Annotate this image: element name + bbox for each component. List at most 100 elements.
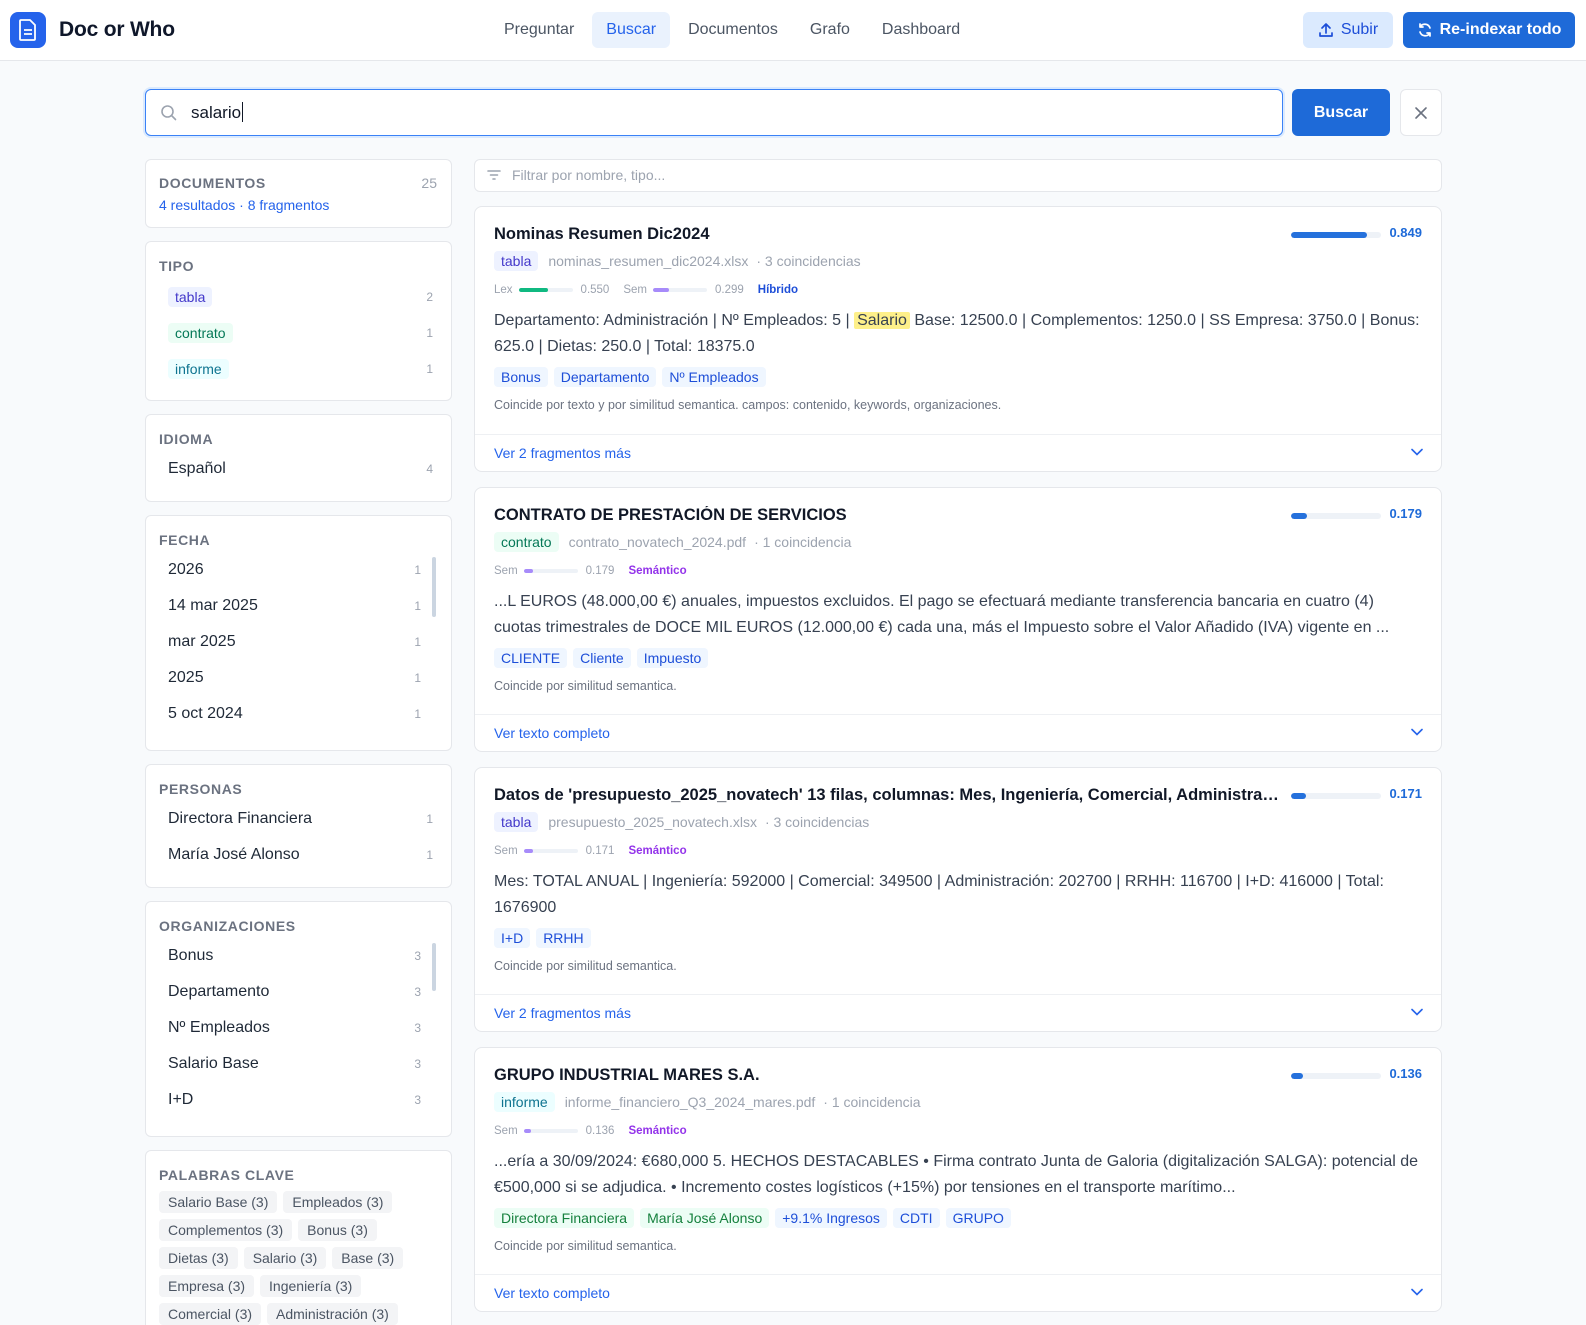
- facet-item-org[interactable]: Bonus 3: [168, 947, 421, 965]
- facet-scrollbar[interactable]: [432, 557, 436, 617]
- facet-personas: PERSONAS Directora Financiera 1 María Jos…: [145, 764, 452, 888]
- search-mode-badge: Semántico: [628, 1125, 687, 1137]
- facet-item-org[interactable]: I+D 3: [168, 1091, 421, 1109]
- entity-tag[interactable]: Departamento: [553, 367, 657, 387]
- facet-item-informe[interactable]: informe 1: [168, 359, 433, 379]
- expand-link[interactable]: Ver 2 fragmentos más: [494, 1005, 631, 1021]
- result-footer[interactable]: Ver 2 fragmentos más: [475, 434, 1441, 471]
- entity-tag[interactable]: I+D: [494, 928, 531, 948]
- entity-tag[interactable]: Bonus: [494, 367, 548, 387]
- entity-tag[interactable]: Cliente: [573, 648, 631, 668]
- facet-item-tabla[interactable]: tabla 2: [168, 287, 433, 307]
- entity-tag[interactable]: GRUPO: [945, 1208, 1011, 1228]
- result-card[interactable]: CONTRATO DE PRESTACIÓN DE SERVICIOS 0.17…: [474, 487, 1442, 752]
- entity-tag[interactable]: CDTI: [892, 1208, 940, 1228]
- results-count: 4 resultados · 8 fragmentos: [159, 197, 330, 213]
- sem-bar: [523, 849, 578, 853]
- nav-dashboard[interactable]: Dashboard: [868, 12, 974, 48]
- chevron-down-icon[interactable]: [1411, 1008, 1423, 1016]
- result-card[interactable]: GRUPO INDUSTRIAL MARES S.A. 0.136 inform…: [474, 1047, 1442, 1312]
- keyword-chip[interactable]: Ingeniería (3): [260, 1275, 362, 1297]
- keyword-chip[interactable]: Administración (3): [267, 1303, 398, 1325]
- upload-button[interactable]: Subir: [1303, 12, 1393, 48]
- person-tag[interactable]: María José Alonso: [640, 1208, 770, 1228]
- nav-documentos[interactable]: Documentos: [674, 12, 792, 48]
- search-input[interactable]: salario: [145, 89, 1283, 136]
- entity-tag[interactable]: Nº Empleados: [662, 367, 766, 387]
- facet-label: 2025: [168, 669, 204, 686]
- filter-input[interactable]: Filtrar por nombre, tipo...: [474, 159, 1442, 192]
- facet-scrollbar[interactable]: [432, 943, 436, 991]
- nav-buscar[interactable]: Buscar: [592, 12, 671, 48]
- facet-count: 2: [426, 290, 433, 304]
- facet-label: I+D: [168, 1091, 194, 1108]
- keyword-chip[interactable]: Empleados (3): [283, 1191, 393, 1213]
- search-button[interactable]: Buscar: [1292, 89, 1390, 136]
- result-card[interactable]: Datos de 'presupuesto_2025_novatech' 13 …: [474, 767, 1442, 1032]
- result-footer[interactable]: Ver texto completo: [475, 1274, 1441, 1311]
- facet-item-person[interactable]: María José Alonso 1: [168, 846, 433, 864]
- facet-item-org[interactable]: Nº Empleados 3: [168, 1019, 421, 1037]
- relevance-bar-fill: [1291, 793, 1307, 799]
- facet-item-org[interactable]: Salario Base 3: [168, 1055, 421, 1073]
- score-breakdown: Sem 0.179 Semántico: [494, 565, 687, 577]
- sem-bar-fill: [652, 288, 670, 292]
- facet-item-org[interactable]: Departamento 3: [168, 983, 421, 1001]
- keyword-chip[interactable]: Base (3): [332, 1247, 404, 1269]
- nav-grafo[interactable]: Grafo: [796, 12, 864, 48]
- relevance-bar-fill: [1291, 513, 1308, 519]
- file-name: informe_financiero_Q3_2024_mares.pdf: [564, 1094, 816, 1110]
- nav-preguntar[interactable]: Preguntar: [490, 12, 588, 48]
- facet-item-person[interactable]: Directora Financiera 1: [168, 810, 433, 828]
- entity-tag[interactable]: CLIENTE: [494, 648, 568, 668]
- result-title[interactable]: Nominas Resumen Dic2024: [494, 225, 710, 244]
- facet-item-date[interactable]: 5 oct 2024 1: [168, 705, 421, 723]
- expand-link[interactable]: Ver texto completo: [494, 725, 610, 741]
- relevance-bar-fill: [1291, 232, 1368, 238]
- keyword-chip[interactable]: Salario (3): [243, 1247, 327, 1269]
- keyword-chip[interactable]: Dietas (3): [159, 1247, 238, 1269]
- match-count: · 1 coincidencia: [823, 1094, 921, 1110]
- reindex-button[interactable]: Re-indexar todo: [1403, 12, 1575, 48]
- facet-item-date[interactable]: mar 2025 1: [168, 633, 421, 651]
- result-footer[interactable]: Ver texto completo: [475, 714, 1441, 751]
- clear-search-button[interactable]: [1400, 89, 1442, 136]
- person-tag[interactable]: Directora Financiera: [494, 1208, 635, 1228]
- facet-idioma: IDIOMA Español 4: [145, 414, 452, 502]
- keyword-chip[interactable]: Comercial (3): [159, 1303, 262, 1325]
- facet-item-date[interactable]: 2026 1: [168, 561, 421, 579]
- chevron-down-icon[interactable]: [1411, 1288, 1423, 1296]
- facet-count: 1: [426, 362, 433, 376]
- entity-tag[interactable]: +9.1% Ingresos: [775, 1208, 887, 1228]
- facet-label: Bonus: [168, 947, 214, 964]
- keyword-chip[interactable]: Complementos (3): [159, 1219, 293, 1241]
- facet-item-date[interactable]: 14 mar 2025 1: [168, 597, 421, 615]
- keyword-chip[interactable]: Bonus (3): [298, 1219, 377, 1241]
- keyword-chip[interactable]: Empresa (3): [159, 1275, 255, 1297]
- expand-link[interactable]: Ver 2 fragmentos más: [494, 445, 631, 461]
- lex-bar-fill: [518, 288, 549, 292]
- expand-link[interactable]: Ver texto completo: [494, 1285, 610, 1301]
- entity-tag[interactable]: RRHH: [536, 928, 591, 948]
- result-title[interactable]: CONTRATO DE PRESTACIÓN DE SERVICIOS: [494, 506, 847, 525]
- chevron-down-icon[interactable]: [1411, 728, 1423, 736]
- result-footer[interactable]: Ver 2 fragmentos más: [475, 994, 1441, 1031]
- score-breakdown: Sem 0.171 Semántico: [494, 845, 687, 857]
- facet-title: PERSONAS: [159, 781, 243, 797]
- score-breakdown: Sem 0.136 Semántico: [494, 1125, 687, 1137]
- entity-tag[interactable]: Impuesto: [636, 648, 709, 668]
- brand[interactable]: Doc or Who: [10, 12, 175, 48]
- result-title[interactable]: Datos de 'presupuesto_2025_novatech' 13 …: [494, 786, 1284, 805]
- document-logo-icon: [10, 12, 46, 48]
- facet-label: María José Alonso: [168, 846, 300, 863]
- result-card[interactable]: Nominas Resumen Dic2024 0.849 tabla nomi…: [474, 206, 1442, 472]
- keyword-chip[interactable]: Salario Base (3): [159, 1191, 278, 1213]
- facet-item-espanol[interactable]: Español 4: [168, 460, 433, 478]
- facet-item-date[interactable]: 2025 1: [168, 669, 421, 687]
- facet-item-contrato[interactable]: contrato 1: [168, 323, 433, 343]
- chevron-down-icon[interactable]: [1411, 448, 1423, 456]
- sem-label: Sem: [494, 845, 518, 857]
- relevance-bar: [1291, 1073, 1381, 1079]
- relevance-score: 0.171: [1389, 786, 1422, 801]
- result-title[interactable]: GRUPO INDUSTRIAL MARES S.A.: [494, 1066, 760, 1085]
